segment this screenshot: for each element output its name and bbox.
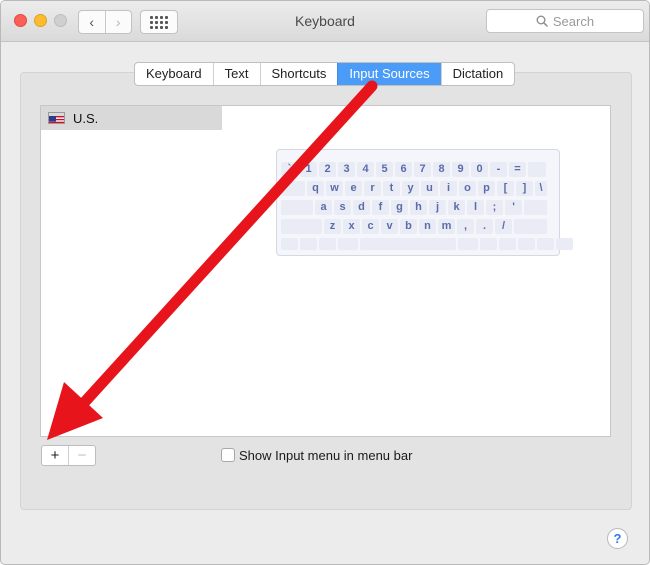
search-placeholder: Search xyxy=(552,13,595,29)
key: r xyxy=(364,181,381,196)
keyboard-row xyxy=(281,238,575,250)
key: b xyxy=(400,219,417,234)
key: c xyxy=(362,219,379,234)
key: v xyxy=(381,219,398,234)
key: s xyxy=(334,200,351,215)
tab-keyboard[interactable]: Keyboard xyxy=(135,63,213,85)
keyboard-row: a s d f g h j k l ; ' xyxy=(281,200,549,215)
key xyxy=(499,238,516,250)
key: ; xyxy=(486,200,503,215)
keyboard-row: q w e r t y u i o p [ ] \ xyxy=(281,181,549,196)
key xyxy=(524,200,547,215)
search-field[interactable]: Search xyxy=(486,9,644,33)
key xyxy=(281,219,322,234)
key: 2 xyxy=(319,162,336,177)
spacebar xyxy=(360,238,456,250)
key: 6 xyxy=(395,162,412,177)
tab-text[interactable]: Text xyxy=(212,63,260,85)
key: 8 xyxy=(433,162,450,177)
key: \ xyxy=(535,181,547,196)
add-input-source-button[interactable]: + xyxy=(42,446,68,465)
input-sources-list[interactable]: U.S. xyxy=(40,105,223,437)
key xyxy=(281,200,313,215)
key: t xyxy=(383,181,400,196)
key: x xyxy=(343,219,360,234)
us-flag-icon xyxy=(48,112,65,124)
key: 7 xyxy=(414,162,431,177)
key: 5 xyxy=(376,162,393,177)
key xyxy=(528,162,546,177)
key: j xyxy=(429,200,446,215)
keyboard-preferences-window: ‹ › Keyboard Search Keyboard Text Shortc… xyxy=(0,0,650,565)
key xyxy=(281,238,298,250)
keyboard-layout-preview: ` 1 2 3 4 5 6 7 8 9 0 - = q w e r t y u … xyxy=(276,149,573,256)
key: = xyxy=(509,162,526,177)
tab-bar: Keyboard Text Shortcuts Input Sources Di… xyxy=(134,62,516,86)
key: g xyxy=(391,200,408,215)
keyboard-row: z x c v b n m , . / xyxy=(281,219,549,234)
key: ' xyxy=(505,200,522,215)
key: - xyxy=(490,162,507,177)
tab-input-sources[interactable]: Input Sources xyxy=(337,63,441,85)
title-bar: ‹ › Keyboard Search xyxy=(1,1,649,42)
key: / xyxy=(495,219,512,234)
key: m xyxy=(438,219,455,234)
remove-input-source-button[interactable]: − xyxy=(68,446,95,465)
keyboard-row: ` 1 2 3 4 5 6 7 8 9 0 - = xyxy=(281,162,548,177)
key: k xyxy=(448,200,465,215)
key: u xyxy=(421,181,438,196)
key: 9 xyxy=(452,162,469,177)
tab-shortcuts[interactable]: Shortcuts xyxy=(259,63,338,85)
source-label: U.S. xyxy=(73,110,99,126)
key xyxy=(518,238,535,250)
key xyxy=(281,181,305,196)
key: p xyxy=(478,181,495,196)
key: f xyxy=(372,200,389,215)
help-button[interactable]: ? xyxy=(607,528,628,549)
key: , xyxy=(457,219,474,234)
list-item[interactable]: U.S. xyxy=(41,106,222,130)
key: ] xyxy=(516,181,533,196)
key xyxy=(300,238,317,250)
key xyxy=(458,238,478,250)
tab-dictation[interactable]: Dictation xyxy=(440,63,515,85)
key: a xyxy=(315,200,332,215)
key: n xyxy=(419,219,436,234)
show-input-menu-label[interactable]: Show Input menu in menu bar xyxy=(239,448,412,463)
key xyxy=(480,238,497,250)
key: 0 xyxy=(471,162,488,177)
key xyxy=(556,238,573,250)
key: . xyxy=(476,219,493,234)
key: z xyxy=(324,219,341,234)
key: h xyxy=(410,200,427,215)
search-icon xyxy=(536,15,548,27)
key xyxy=(338,238,358,250)
key: 4 xyxy=(357,162,374,177)
key xyxy=(319,238,336,250)
key: o xyxy=(459,181,476,196)
key: 3 xyxy=(338,162,355,177)
key: ` xyxy=(281,162,298,177)
show-input-menu-checkbox[interactable] xyxy=(221,448,235,462)
key: y xyxy=(402,181,419,196)
key: i xyxy=(440,181,457,196)
key xyxy=(514,219,547,234)
key: l xyxy=(467,200,484,215)
key: 1 xyxy=(300,162,317,177)
add-remove-buttons: + − xyxy=(41,445,96,466)
key: e xyxy=(345,181,362,196)
key: [ xyxy=(497,181,514,196)
key: q xyxy=(307,181,324,196)
key: d xyxy=(353,200,370,215)
key: w xyxy=(326,181,343,196)
key xyxy=(537,238,554,250)
